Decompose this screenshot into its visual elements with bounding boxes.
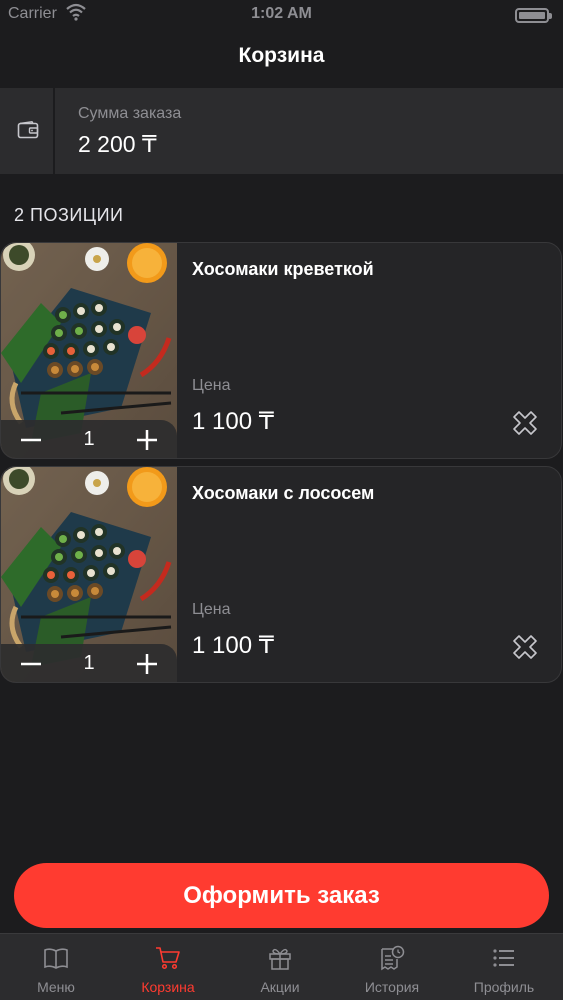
plus-icon[interactable]: [127, 644, 167, 683]
product-name: Хосомаки креветкой: [192, 259, 374, 279]
tab-cart[interactable]: Корзина: [112, 934, 224, 1000]
tab-label: Корзина: [141, 979, 195, 995]
price-label: Цена: [192, 377, 231, 394]
battery-icon: [515, 8, 552, 23]
remove-item-icon[interactable]: [511, 633, 539, 661]
receipt-clock-icon: [381, 945, 405, 971]
price-label: Цена: [192, 601, 231, 618]
tab-history[interactable]: История: [336, 934, 448, 1000]
gift-icon: [269, 948, 291, 970]
quantity-value: 1: [83, 652, 95, 674]
plus-icon[interactable]: [127, 420, 167, 459]
items-count: 2 ПОЗИЦИИ: [14, 205, 124, 225]
book-icon: [44, 948, 68, 969]
remove-item-icon[interactable]: [511, 409, 539, 437]
summary-value: 2 200 ₸: [78, 131, 157, 157]
wallet-cell: [0, 88, 55, 174]
tab-menu[interactable]: Меню: [0, 934, 112, 1000]
minus-icon[interactable]: [11, 644, 51, 683]
cart-item: 1 Хосомаки креветкой Цена 1 100 ₸: [0, 242, 562, 459]
tab-label: Профиль: [473, 979, 535, 995]
tab-profile[interactable]: Профиль: [448, 934, 560, 1000]
tab-bar: Меню Корзина Акции История Профиль: [0, 933, 563, 1000]
checkout-button[interactable]: Оформить заказ: [14, 863, 549, 928]
cart-icon: [156, 947, 180, 970]
quantity-stepper: 1: [1, 644, 177, 683]
summary-label: Сумма заказа: [78, 105, 182, 122]
wallet-icon: [17, 121, 39, 139]
product-image: 1: [1, 243, 177, 459]
product-name: Хосомаки с лососем: [192, 483, 375, 503]
product-image: 1: [1, 467, 177, 683]
status-time: 1:02 AM: [251, 5, 312, 22]
product-price: 1 100 ₸: [192, 408, 274, 435]
tab-label: Меню: [37, 979, 75, 995]
product-price: 1 100 ₸: [192, 632, 274, 659]
quantity-value: 1: [83, 428, 95, 450]
tab-promotions[interactable]: Акции: [224, 934, 336, 1000]
tab-label: Акции: [260, 979, 300, 995]
list-icon: [493, 949, 514, 967]
minus-icon[interactable]: [11, 420, 51, 459]
order-summary: Сумма заказа 2 200 ₸: [0, 88, 563, 174]
quantity-stepper: 1: [1, 420, 177, 459]
status-bar: Carrier 1:02 AM: [0, 0, 563, 30]
tab-label: История: [364, 979, 420, 995]
cart-item: 1 Хосомаки с лососем Цена 1 100 ₸: [0, 466, 562, 683]
page-title: Корзина: [238, 44, 325, 67]
